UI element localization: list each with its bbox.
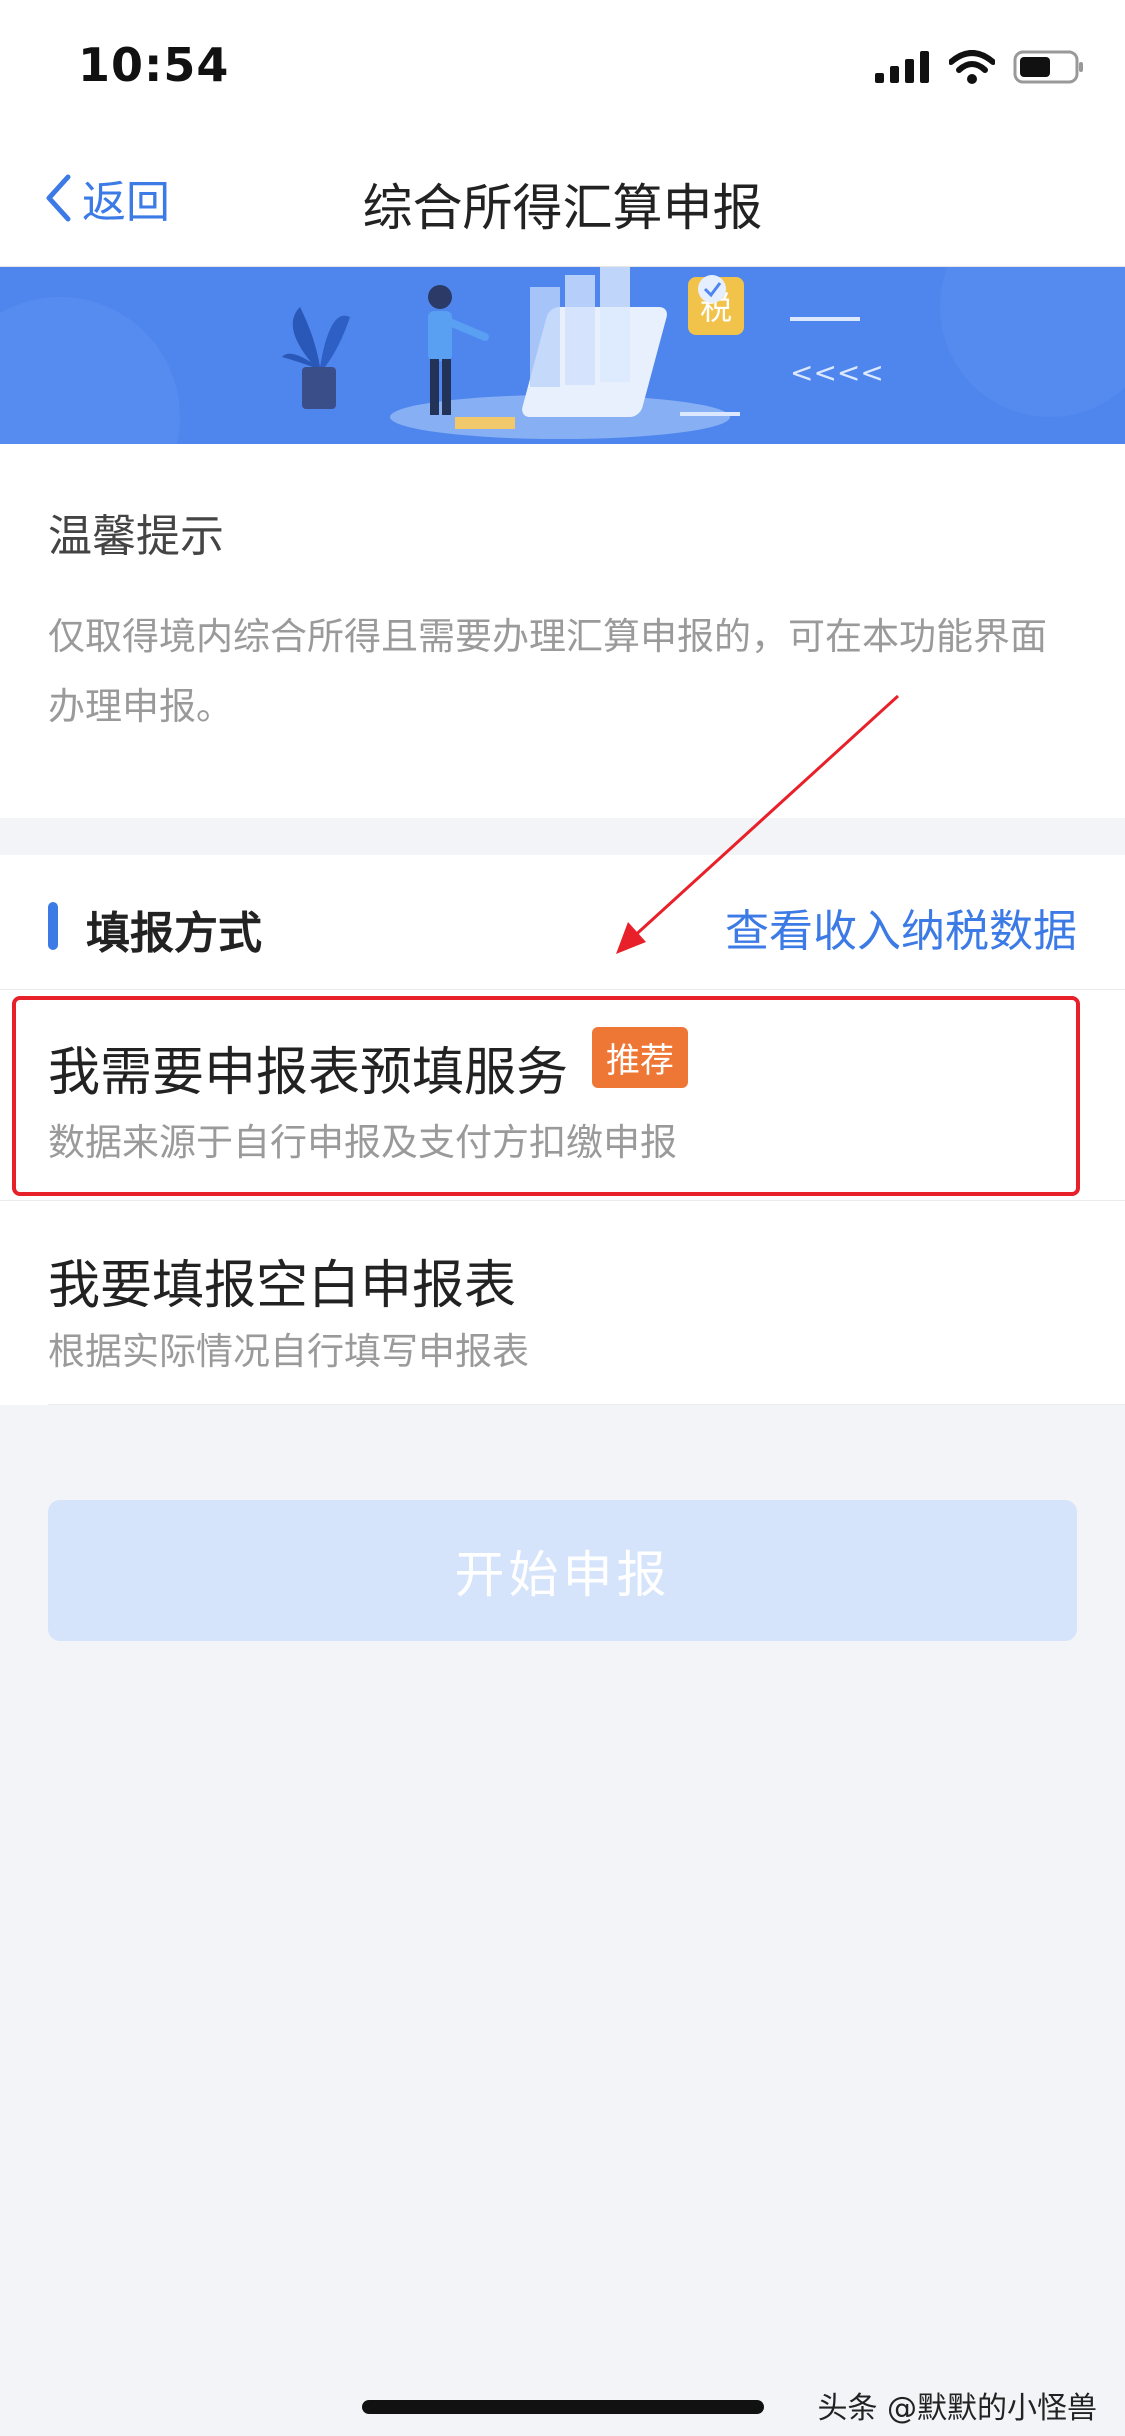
option-subtitle: 数据来源于自行申报及支付方扣缴申报 bbox=[48, 1121, 677, 1164]
option-title: 我要填报空白申报表 bbox=[48, 1256, 517, 1316]
status-bar: 10:54 bbox=[0, 0, 1125, 140]
tips-text: 仅取得境内综合所得且需要办理汇算申报的，可在本功能界面办理申报。 bbox=[48, 615, 1047, 728]
chevrons-decor: <<<< bbox=[790, 356, 884, 389]
option-subtitle: 根据实际情况自行填写申报表 bbox=[48, 1330, 529, 1373]
option-prefill-service[interactable]: 我需要申报表预填服务 推荐 数据来源于自行申报及支付方扣缴申报 bbox=[0, 990, 1125, 1200]
plant-icon bbox=[282, 307, 350, 409]
person-figure bbox=[428, 285, 489, 415]
divider bbox=[48, 1404, 1125, 1405]
battery-icon bbox=[1013, 50, 1083, 84]
option-title: 我需要申报表预填服务 bbox=[48, 1043, 569, 1103]
tips-card: 温馨提示 仅取得境内综合所得且需要办理汇算申报的，可在本功能界面办理申报。 bbox=[0, 444, 1125, 818]
recommend-badge: 推荐 bbox=[592, 1027, 688, 1088]
watermark: 头条 @默默的小怪兽 bbox=[817, 2391, 1097, 2426]
section-accent-bar bbox=[48, 902, 58, 950]
nav-bar: 返回 综合所得汇算申报 bbox=[0, 140, 1125, 267]
filing-method-section: 填报方式 查看收入纳税数据 我需要申报表预填服务 推荐 数据来源于自行申报及支付… bbox=[0, 855, 1125, 1405]
status-time: 10:54 bbox=[78, 38, 230, 92]
banner-illustration: 税 <<<< bbox=[0, 267, 1125, 444]
status-icons bbox=[875, 50, 1085, 84]
tips-title: 温馨提示 bbox=[48, 511, 224, 562]
wifi-icon bbox=[949, 50, 995, 84]
view-income-data-link[interactable]: 查看收入纳税数据 bbox=[725, 895, 1077, 959]
page-title: 综合所得汇算申报 bbox=[362, 179, 763, 237]
home-indicator[interactable] bbox=[362, 2400, 764, 2414]
start-filing-button[interactable]: 开始申报 bbox=[48, 1500, 1077, 1641]
section-title: 填报方式 bbox=[86, 908, 262, 959]
banner: 税 <<<< bbox=[0, 267, 1125, 444]
signal-icon bbox=[875, 51, 929, 83]
option-blank-form[interactable]: 我要填报空白申报表 根据实际情况自行填写申报表 bbox=[0, 1201, 1125, 1405]
